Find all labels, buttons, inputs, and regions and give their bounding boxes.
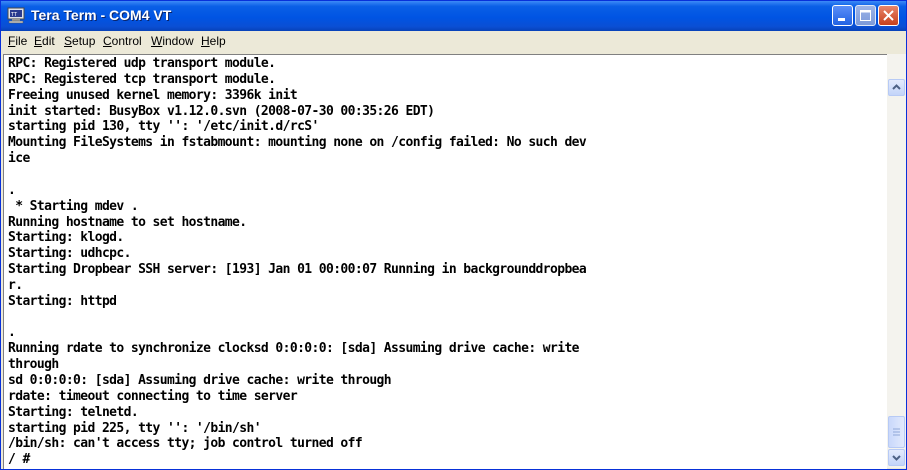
menu-edit-mnemonic: E [34, 34, 43, 48]
terminal-line: Starting: udhcpc. [8, 246, 131, 262]
menu-edit-label: dit [42, 34, 55, 48]
svg-text:TT: TT [10, 12, 18, 18]
terminal-line: starting pid 225, tty '': '/bin/sh' [8, 420, 262, 436]
minimize-button[interactable] [832, 5, 853, 26]
close-button[interactable] [878, 5, 899, 26]
minimize-icon [838, 18, 845, 21]
scroll-up-arrow-icon [892, 84, 901, 90]
title-bar[interactable]: TT Tera Term - COM4 VT [1, 1, 906, 31]
terminal-screen[interactable]: RPC: Registered udp transport module. RPC… [3, 54, 887, 469]
terminal-line: r. [8, 277, 23, 293]
scroll-down-arrow-icon [892, 455, 901, 461]
terminal-line: * Starting mdev . [8, 198, 139, 214]
terminal-line: Freeing unused kernel memory: 3396k init [8, 87, 298, 103]
menu-control-mnemonic: C [103, 34, 112, 48]
menu-window[interactable]: Window [151, 34, 194, 48]
teraterm-window: TT Tera Term - COM4 VT File Edit Setup C… [0, 0, 907, 470]
menu-bar: File Edit Setup Control Window Help [1, 31, 906, 53]
menu-control-label: ontrol [111, 34, 142, 48]
menu-setup[interactable]: Setup [64, 34, 95, 48]
scroll-down-button[interactable] [888, 449, 905, 466]
terminal-line: / # [8, 452, 30, 468]
scroll-thumb[interactable] [888, 416, 905, 448]
terminal-line: init started: BusyBox v1.12.0.svn (2008-… [8, 103, 435, 119]
menu-file-label: ile [15, 34, 28, 48]
terminal-line: sd 0:0:0:0: [sda] Assuming drive cache: … [8, 373, 392, 388]
terminal-line: starting pid 130, tty '': '/etc/init.d/r… [8, 119, 319, 135]
maximize-button[interactable] [855, 5, 876, 26]
vertical-scrollbar[interactable] [887, 54, 906, 468]
terminal-line: Mounting FileSystems in fstabmount: moun… [8, 135, 587, 151]
terminal-line: RPC: Registered udp transport module. [8, 56, 276, 71]
terminal-line: ice [8, 151, 30, 167]
terminal-line: RPC: Registered tcp transport module. [8, 71, 276, 87]
menu-help-label: elp [209, 34, 226, 48]
terminal-line: through [8, 357, 59, 373]
terminal-line: Running hostname to set hostname. [8, 214, 247, 230]
terminal-line: Starting Dropbear SSH server: [193] Jan … [8, 262, 587, 278]
terminal-line: /bin/sh: can't access tty; job control t… [8, 436, 363, 452]
menu-file[interactable]: File [8, 34, 27, 48]
terminal-line: . [8, 182, 16, 198]
terminal-line: Starting: httpd [8, 293, 117, 309]
menu-control[interactable]: Control [103, 34, 142, 48]
scroll-up-button[interactable] [888, 79, 905, 96]
terminal-line: rdate: timeout connecting to time server [8, 388, 298, 404]
menu-help[interactable]: Help [201, 34, 226, 48]
menu-help-mnemonic: H [201, 34, 210, 48]
terminal-line: Starting: klogd. [8, 230, 124, 246]
terminal-line: Starting: telnetd. [8, 404, 139, 420]
menu-edit[interactable]: Edit [34, 34, 55, 48]
window-title: Tera Term - COM4 VT [31, 7, 172, 23]
terminal-line: . [8, 325, 16, 341]
close-icon [883, 10, 894, 21]
maximize-icon [860, 10, 871, 21]
menu-window-label: indow [162, 34, 194, 48]
teraterm-app-icon[interactable]: TT [7, 7, 25, 24]
menu-setup-mnemonic: S [64, 34, 73, 48]
terminal-line: Running rdate to synchronize clocksd 0:0… [8, 341, 580, 357]
menu-window-mnemonic: W [151, 34, 163, 48]
grip-icon [893, 428, 900, 436]
menu-setup-label: etup [72, 34, 96, 48]
